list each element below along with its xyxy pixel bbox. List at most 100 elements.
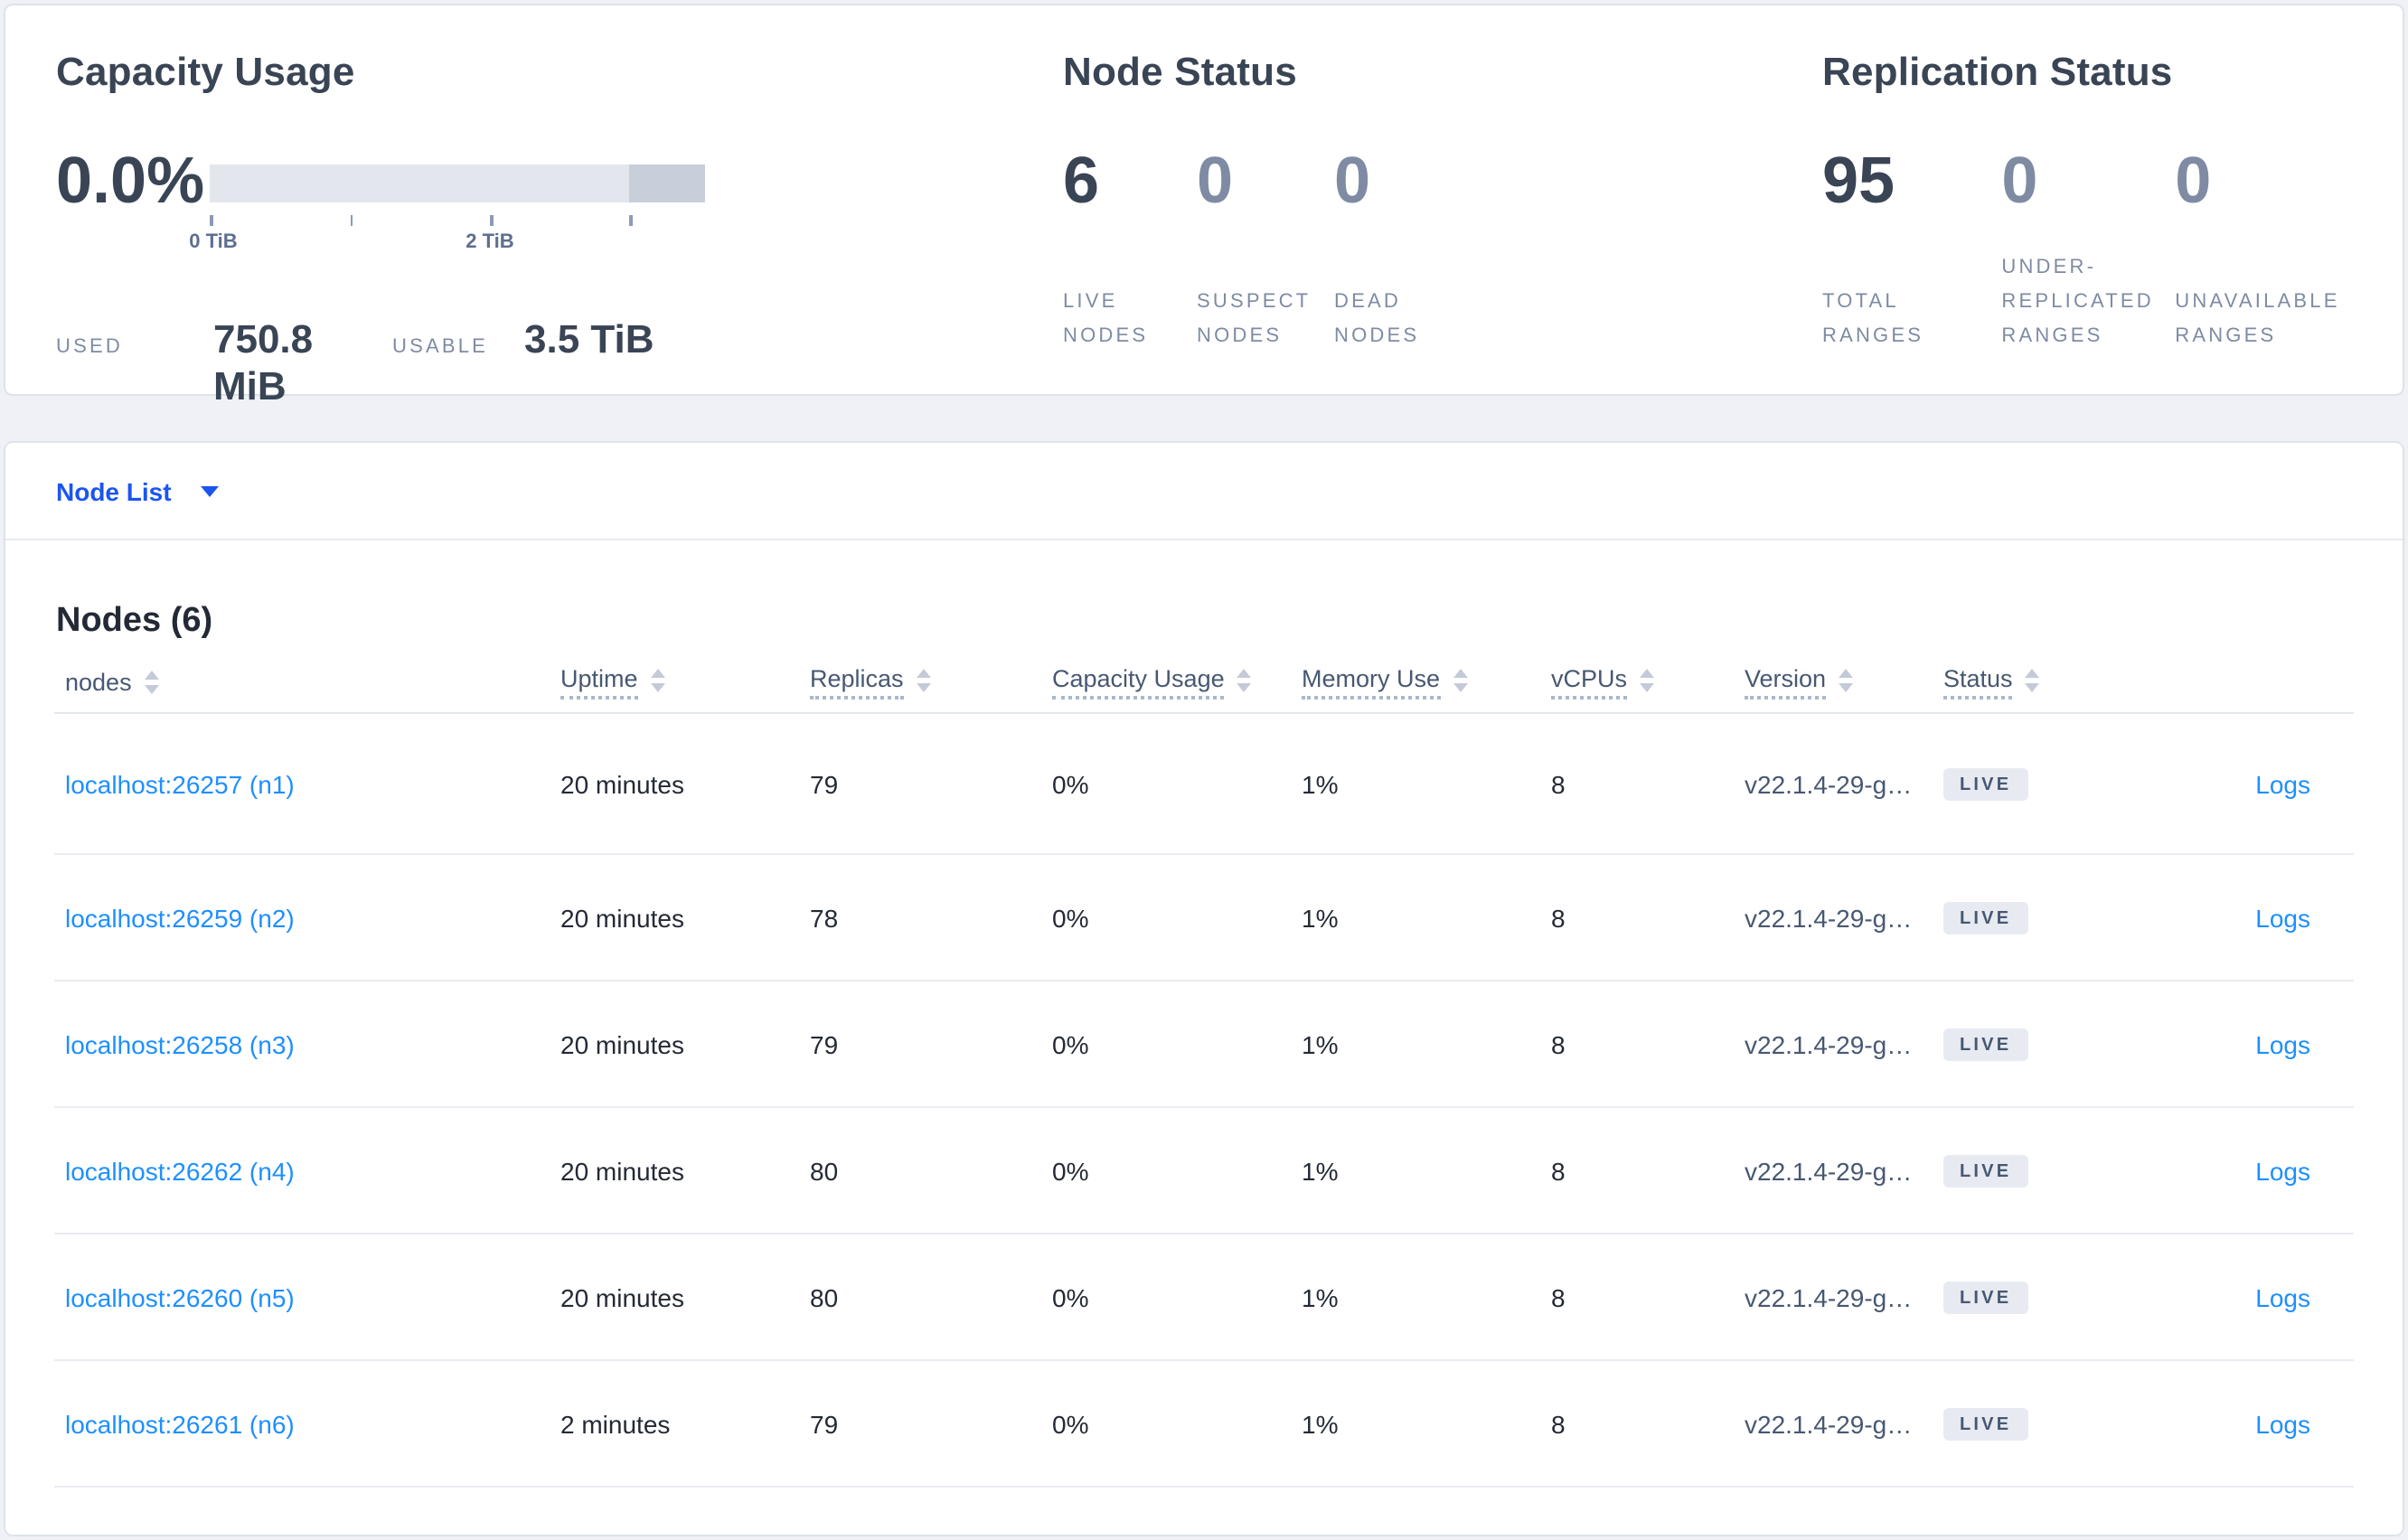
capacity-bar-chart: 0 TiB 2 TiB [189,164,705,280]
sort-icon[interactable] [1640,669,1655,692]
status-cell: LIVE [1943,1027,2139,1061]
column-header-capacity-usage[interactable]: Capacity Usage [1052,665,1302,700]
node-link[interactable]: localhost:26258 (n3) [65,1029,295,1058]
nodes-count-heading: Nodes (6) [56,602,213,640]
logs-link[interactable]: Logs [2255,1156,2310,1185]
sort-up-triangle [144,671,159,680]
node-cell: localhost:26260 (n5) [54,1282,560,1311]
sort-icon[interactable] [1237,669,1252,692]
logs-link[interactable]: Logs [2255,1029,2310,1058]
table-row: localhost:26258 (n3) 20 minutes 79 0% 1% 8 v22… [54,981,2354,1108]
uptime-cell: 20 minutes [560,1029,684,1058]
stat-value: 0 [2001,143,2038,217]
capacity-usage-cell: 0% [1052,1156,1089,1185]
sort-down-triangle [2025,683,2040,692]
logs-link[interactable]: Logs [2255,1282,2310,1311]
memory-use-cell: 1% [1302,1029,1339,1058]
capacity-usage-cell: 0% [1052,1282,1089,1311]
node-cell: localhost:26257 (n1) [54,769,560,798]
node-link[interactable]: localhost:26260 (n5) [65,1282,295,1311]
replicas-cell: 80 [810,1156,839,1185]
capacity-usage-cell: 0% [1052,1409,1089,1438]
sort-down-triangle [1839,683,1854,692]
logs-link[interactable]: Logs [2255,903,2310,932]
sort-up-triangle [1237,669,1252,678]
sort-icon[interactable] [1839,669,1854,692]
sort-icon[interactable] [2025,669,2040,692]
node-list-dropdown[interactable]: Node List [56,476,172,505]
column-header-version[interactable]: Version [1745,665,1943,700]
status-badge: LIVE [1943,1155,2028,1188]
logs-cell: Logs [2255,1282,2354,1311]
stat-label: LIVE NODES [1063,291,1149,347]
stat-label: TOTAL RANGES [1822,291,1924,347]
status-badge: LIVE [1943,1408,2028,1441]
view-selector-row: Node List [5,443,2403,540]
memory-use-cell: 1% [1302,1156,1339,1185]
stat-column: 0 DEAD NODES [1334,146,1461,354]
memory-use-cell: 1% [1302,1409,1339,1438]
nodes-table: nodes Uptime Replicas Capacity Usage Memory … [54,642,2354,1488]
capacity-usage-title: Capacity Usage [56,49,355,94]
replicas-cell: 78 [810,903,839,932]
node-link[interactable]: localhost:26257 (n1) [65,769,295,798]
table-row: localhost:26259 (n2) 20 minutes 78 0% 1% 8 v22… [54,855,2354,981]
column-header-vcpus[interactable]: vCPUs [1551,665,1745,700]
sort-up-triangle [916,669,931,678]
column-header-status[interactable]: Status [1943,665,2139,700]
column-header-label: nodes [65,669,132,696]
node-link[interactable]: localhost:26259 (n2) [65,903,295,932]
vcpus-cell: 8 [1551,903,1566,932]
table-header-row: nodes Uptime Replicas Capacity Usage Memory … [54,642,2354,714]
axis-tick [350,215,353,226]
node-status-section: Node Status 6 LIVE NODES 0 SUSPECT NODES 0 DE… [1063,5,1786,394]
chevron-down-icon[interactable] [200,485,219,496]
version-cell: v22.1.4-29-g… [1745,1156,1913,1185]
sort-down-triangle [144,685,159,694]
status-badge: LIVE [1943,768,2028,801]
vcpus-cell: 8 [1551,1156,1566,1185]
column-header-label: Memory Use [1302,665,1441,700]
sort-down-triangle [916,683,931,692]
logs-cell: Logs [2255,1029,2354,1058]
version-cell: v22.1.4-29-g… [1745,1029,1913,1058]
replicas-cell: 79 [810,769,839,798]
status-badge: LIVE [1943,902,2028,934]
sort-up-triangle [2025,669,2040,678]
sort-icon[interactable] [144,671,159,694]
uptime-cell: 20 minutes [560,1282,684,1311]
column-header-label: Version [1745,665,1827,700]
column-header-uptime[interactable]: Uptime [560,665,810,700]
status-cell: LIVE [1943,766,2139,801]
logs-cell: Logs [2255,1156,2354,1185]
capacity-bar [210,164,705,202]
status-badge: LIVE [1943,1282,2028,1314]
column-header-replicas[interactable]: Replicas [810,665,1052,700]
column-header-nodes[interactable]: nodes [54,669,560,700]
node-cell: localhost:26262 (n4) [54,1156,560,1185]
status-cell: LIVE [1943,1280,2139,1314]
sort-icon[interactable] [650,669,665,692]
cluster-overview-page: Capacity Usage 0.0% 0 TiB 2 TiB USED 750… [0,0,2408,1540]
node-link[interactable]: localhost:26262 (n4) [65,1156,295,1185]
logs-link[interactable]: Logs [2255,769,2310,798]
replication-status-section: Replication Status 95 TOTAL RANGES 0 UNDER-… [1822,5,2384,394]
logs-cell: Logs [2255,903,2354,932]
stat-label: DEAD NODES [1334,291,1420,347]
stat-value: 6 [1063,143,1100,217]
table-row: localhost:26257 (n1) 20 minutes 79 0% 1% 8 v22… [54,714,2354,855]
table-row: localhost:26260 (n5) 20 minutes 80 0% 1% 8 v22… [54,1235,2354,1361]
sort-up-triangle [1640,669,1655,678]
column-header-memory-use[interactable]: Memory Use [1302,665,1551,700]
table-body: localhost:26257 (n1) 20 minutes 79 0% 1% 8 v22… [54,714,2354,1488]
stat-column: 0 UNAVAILABLE RANGES [2175,146,2384,354]
sort-icon[interactable] [916,669,931,692]
table-row: localhost:26261 (n6) 2 minutes 79 0% 1% 8 v22.… [54,1361,2354,1488]
logs-link[interactable]: Logs [2255,1409,2310,1438]
capacity-usage-cell: 0% [1052,1029,1089,1058]
axis-tick [490,215,493,226]
node-link[interactable]: localhost:26261 (n6) [65,1409,295,1438]
stat-value: 95 [1822,143,1895,217]
stat-column: 0 UNDER-REPLICATED RANGES [2001,146,2175,354]
sort-icon[interactable] [1453,669,1468,692]
